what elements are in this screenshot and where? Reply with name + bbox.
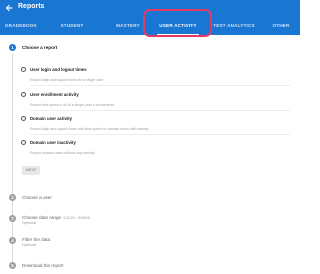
option-title: User enrollment activity — [30, 92, 79, 97]
next-button[interactable]: NEXT — [22, 166, 40, 175]
tab-other[interactable]: OTHER — [268, 16, 294, 35]
divider — [30, 110, 290, 111]
step-4-badge: 4 — [9, 237, 16, 244]
divider — [30, 134, 290, 135]
app-title: Reports — [18, 3, 45, 10]
option-description: Report login and logout times for a sing… — [30, 78, 104, 82]
back-arrow-icon[interactable] — [4, 3, 14, 13]
step-4-optional: Optional — [22, 243, 37, 247]
tab-gradebook[interactable]: GRADEBOOK — [2, 16, 40, 35]
step-1-title: Choose a report — [22, 45, 58, 50]
step-3-optional: Optional — [22, 221, 37, 225]
divider — [30, 85, 290, 86]
option-description: Report login and logout times and time s… — [30, 127, 149, 131]
option-description: Report domain users without any activity — [30, 151, 95, 155]
step-3-badge: 3 — [9, 215, 16, 222]
highlight-annotation — [143, 9, 212, 37]
radio-button[interactable] — [21, 116, 26, 121]
step-3-label: Choose date range — [22, 215, 62, 220]
tab-student[interactable]: STUDENT — [56, 16, 88, 35]
step-3-title[interactable]: Choose date range 9/11/20 - 9/18/20 — [22, 215, 90, 220]
stepper-line — [12, 54, 13, 266]
tab-test-analytics[interactable]: TEST ANALYTICS — [208, 16, 260, 35]
step-1-badge: 1 — [9, 44, 16, 51]
option-title: Domain user inactivity — [30, 140, 76, 145]
step-4-title[interactable]: Filter the data — [22, 237, 50, 242]
radio-button[interactable] — [21, 140, 26, 145]
option-description: Report time spent in all of a single use… — [30, 103, 115, 107]
tab-mastery[interactable]: MASTERY — [112, 16, 144, 35]
radio-button[interactable] — [21, 67, 26, 72]
option-title: Domain user activity — [30, 116, 73, 121]
date-range-value: 9/11/20 - 9/18/20 — [63, 216, 90, 220]
step-2-title[interactable]: Choose a user — [22, 195, 52, 200]
step-5-badge: 5 — [9, 262, 16, 269]
option-title: User login and logout times — [30, 67, 87, 72]
step-2-badge: 2 — [9, 194, 16, 201]
radio-button[interactable] — [21, 92, 26, 97]
step-5-title[interactable]: Download the report — [22, 263, 63, 268]
